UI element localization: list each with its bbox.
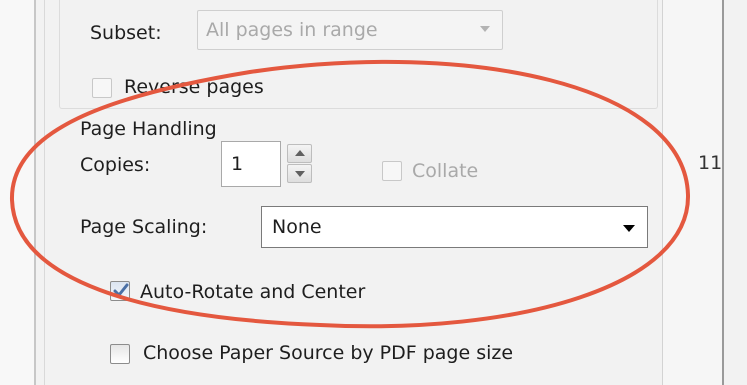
print-dialog: 11 Subset: All pages in range Reverse pa… bbox=[0, 0, 747, 385]
panel-divider[interactable] bbox=[722, 0, 724, 385]
page-scaling-label: Page Scaling: bbox=[80, 216, 208, 238]
arrow-down-icon bbox=[295, 171, 305, 177]
panel-divider bbox=[662, 0, 663, 385]
page-handling-title: Page Handling bbox=[80, 118, 217, 140]
panel-divider bbox=[44, 0, 45, 385]
checkmark-icon bbox=[113, 283, 129, 297]
reverse-pages-label: Reverse pages bbox=[124, 76, 264, 98]
auto-rotate-checkbox[interactable] bbox=[110, 281, 130, 301]
preview-page-number: 11 bbox=[698, 152, 723, 174]
arrow-up-icon bbox=[295, 150, 305, 156]
copies-label: Copies: bbox=[80, 154, 151, 176]
copies-increment-button[interactable] bbox=[287, 144, 312, 163]
chevron-down-icon bbox=[480, 26, 490, 32]
choose-paper-source-label: Choose Paper Source by PDF page size bbox=[143, 342, 514, 364]
auto-rotate-label: Auto-Rotate and Center bbox=[140, 281, 366, 303]
subset-value: All pages in range bbox=[206, 19, 378, 41]
page-scaling-value: None bbox=[272, 216, 322, 238]
chevron-down-icon bbox=[623, 225, 635, 232]
choose-paper-source-checkbox[interactable] bbox=[110, 344, 130, 364]
subset-label: Subset: bbox=[90, 22, 162, 44]
reverse-pages-checkbox[interactable] bbox=[92, 78, 112, 98]
copies-decrement-button[interactable] bbox=[287, 164, 312, 183]
panel-divider bbox=[34, 0, 36, 385]
collate-label: Collate bbox=[412, 160, 479, 182]
collate-checkbox[interactable] bbox=[382, 161, 402, 181]
copies-input[interactable]: 1 bbox=[221, 141, 281, 187]
copies-stepper[interactable] bbox=[287, 144, 312, 184]
subset-select[interactable]: All pages in range bbox=[197, 10, 503, 50]
left-panel-strip bbox=[0, 0, 34, 385]
copies-value: 1 bbox=[231, 153, 244, 175]
page-scaling-select[interactable]: None bbox=[261, 206, 648, 248]
preview-panel bbox=[663, 0, 722, 385]
